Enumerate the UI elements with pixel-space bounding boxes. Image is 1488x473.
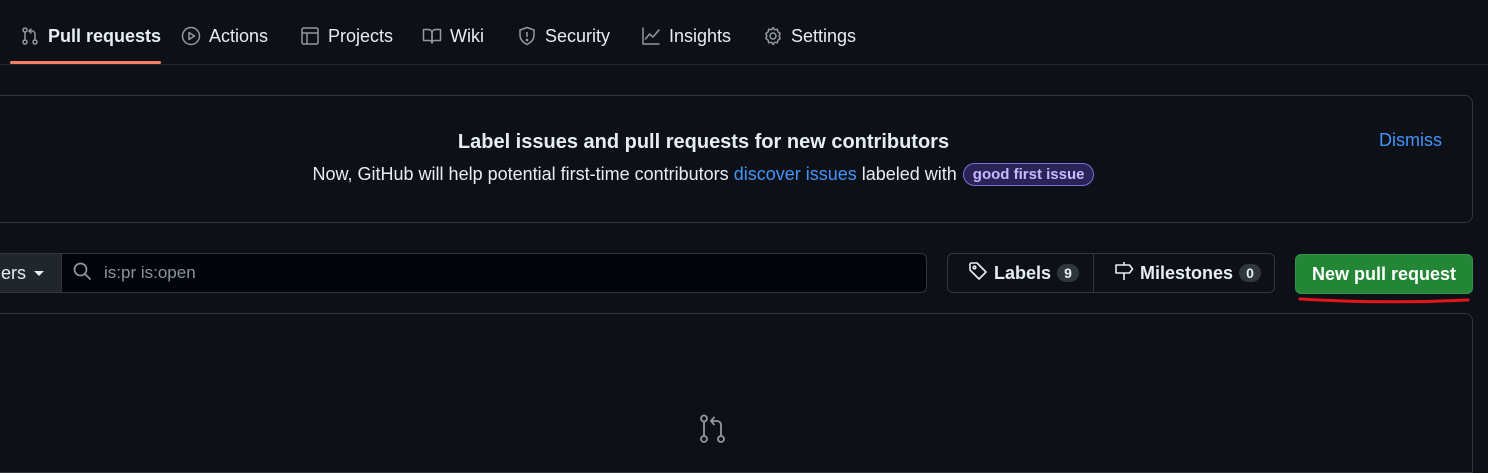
tab-label: Pull requests xyxy=(48,25,162,46)
gear-icon xyxy=(763,26,783,46)
chevron-down-icon xyxy=(34,270,44,276)
annotation-underline xyxy=(1298,297,1470,304)
banner-text-before: Now, GitHub will help potential first-ti… xyxy=(312,164,729,184)
tab-label: Actions xyxy=(209,25,269,46)
discover-issues-link[interactable]: discover issues xyxy=(734,164,857,185)
labels-milestones-group: Labels 9 Milestones 0 xyxy=(947,253,1275,293)
tab-pull-requests[interactable]: Pull requests xyxy=(10,14,171,58)
tab-wiki[interactable]: Wiki xyxy=(412,14,494,58)
search-icon xyxy=(72,261,92,286)
book-icon xyxy=(422,26,442,46)
milestones-label: Milestones xyxy=(1140,262,1234,283)
banner-description: Now, GitHub will help potential first-ti… xyxy=(0,163,1416,186)
pull-requests-list xyxy=(0,313,1473,473)
tab-actions[interactable]: Actions xyxy=(171,14,278,58)
shield-icon xyxy=(517,26,537,46)
labels-button[interactable]: Labels 9 xyxy=(948,254,1094,292)
table-icon xyxy=(300,26,320,46)
play-icon xyxy=(181,26,201,46)
milestones-count-badge: 0 xyxy=(1239,264,1262,282)
search-input[interactable] xyxy=(102,262,882,284)
new-pull-request-button[interactable]: New pull request xyxy=(1295,254,1473,294)
graph-icon xyxy=(641,26,661,46)
tab-settings[interactable]: Settings xyxy=(753,14,866,58)
git-pull-request-icon xyxy=(20,26,40,46)
tab-label: Settings xyxy=(791,25,857,46)
filters-button[interactable]: ers xyxy=(0,253,62,293)
dismiss-button[interactable]: Dismiss xyxy=(1379,130,1442,151)
repo-tab-nav: Pull requests Actions Projects Wiki Secu… xyxy=(0,0,1488,65)
tab-insights[interactable]: Insights xyxy=(631,14,741,58)
tab-security[interactable]: Security xyxy=(507,14,620,58)
git-pull-request-icon xyxy=(700,414,725,443)
filters-button-label: ers xyxy=(0,262,26,283)
banner-title: Label issues and pull requests for new c… xyxy=(457,131,950,153)
search-box xyxy=(61,253,927,293)
tab-label: Insights xyxy=(669,25,732,46)
banner-text-after: labeled with xyxy=(861,164,957,184)
tab-label: Wiki xyxy=(450,25,484,46)
milestones-button[interactable]: Milestones 0 xyxy=(1094,254,1274,292)
new-contributors-banner: Label issues and pull requests for new c… xyxy=(0,95,1473,223)
tab-projects[interactable]: Projects xyxy=(290,14,403,58)
selected-tab-indicator xyxy=(10,61,161,64)
labels-label: Labels xyxy=(994,262,1052,283)
tab-label: Security xyxy=(545,25,611,46)
tag-icon xyxy=(968,261,988,286)
milestone-icon xyxy=(1114,261,1134,286)
good-first-issue-label[interactable]: good first issue xyxy=(962,163,1095,186)
labels-count-badge: 9 xyxy=(1057,264,1080,282)
tab-label: Projects xyxy=(328,25,394,46)
